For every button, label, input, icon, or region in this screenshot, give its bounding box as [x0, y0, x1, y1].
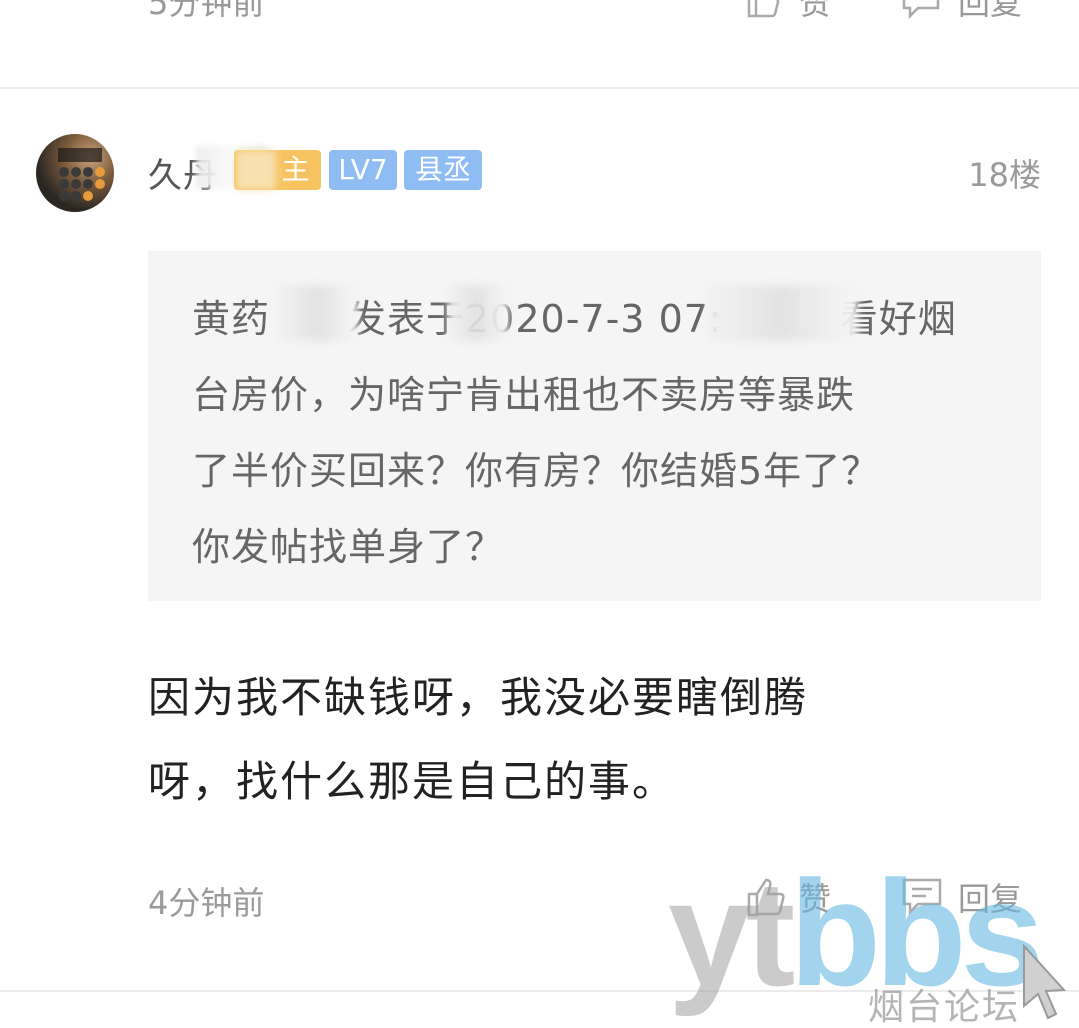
reply-label: 回复 [958, 880, 1023, 918]
comment-bubble-icon [902, 878, 942, 916]
quote-line: 你发帖找单身了？ [192, 525, 505, 569]
thumbs-up-icon [747, 878, 785, 917]
thumbs-up-icon [747, 0, 780, 18]
owner-badge-label: 主 [281, 153, 310, 186]
like-label: 赞 [799, 880, 832, 918]
reply-text: 因为我不缺钱呀，我没必要瞎倒腾 呀，找什么那是自己的事。 [148, 656, 968, 824]
quote-line: 了半价买回来？你有房？你结婚5年了？ [192, 449, 881, 493]
cursor-icon [1023, 944, 1067, 1020]
comment-bubble-icon [902, 0, 940, 20]
previous-reply-button[interactable]: 回复 [900, 0, 1022, 24]
previous-like-button[interactable]: 赞 [745, 0, 831, 24]
reply-line: 呀，找什么那是自己的事。 [148, 757, 677, 806]
floor-number: 18楼 [968, 156, 1041, 194]
title-badge: 县丞 [404, 150, 482, 190]
quote-redaction [278, 285, 358, 341]
calculator-icon [58, 148, 105, 201]
comment-time: 4分钟前 [148, 884, 265, 922]
previous-reply-label: 回复 [958, 0, 1023, 22]
level-badge: LV7 [329, 150, 397, 190]
previous-comment-footer: 5分钟前 赞 回复 [0, 0, 1079, 22]
comment-divider [0, 990, 1079, 992]
quote-line: 台房价，为啥宁肯出租也不卖房等暴跌 [192, 373, 856, 417]
quote-box: 黄药 发表于2020-7-3 07: 看好烟 台房价，为啥宁肯出租也不卖房等暴跌… [148, 251, 1041, 601]
reply-button[interactable]: 回复 [900, 874, 1022, 920]
comment-page: 5分钟前 赞 回复 久丹 主 LV7 县丞 18楼 黄药 发表于2020-7-3… [0, 0, 1079, 1028]
reply-line: 因为我不缺钱呀，我没必要瞎倒腾 [148, 673, 809, 722]
watermark-subtitle: 烟台论坛 [868, 987, 1021, 1028]
previous-comment-time: 5分钟前 [148, 0, 265, 22]
comment-divider [0, 87, 1079, 89]
owner-badge-redaction [236, 150, 276, 190]
previous-like-label: 赞 [799, 0, 832, 22]
avatar[interactable] [36, 134, 114, 212]
quote-redaction [708, 285, 858, 341]
like-button[interactable]: 赞 [745, 874, 831, 920]
quote-redaction [448, 285, 508, 341]
